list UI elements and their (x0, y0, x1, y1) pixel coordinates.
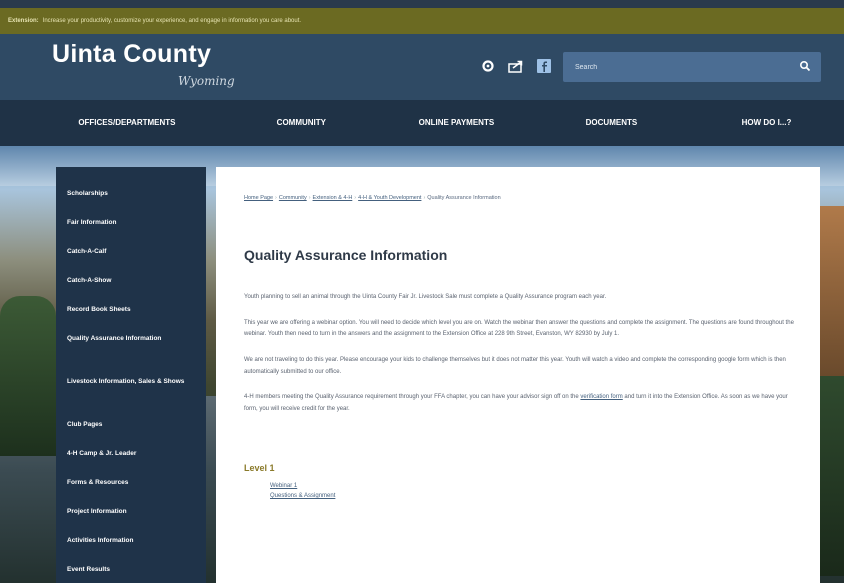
paragraph-3: We are not traveling to do this year. Pl… (244, 357, 786, 375)
breadcrumb-extension[interactable]: Extension & 4-H (313, 195, 353, 201)
sidebar-item-4h-camp[interactable]: 4-H Camp & Jr. Leader (56, 443, 206, 472)
page-title: Quality Assurance Information (244, 247, 448, 263)
sidebar-item-forms-resources[interactable]: Forms & Resources (56, 472, 206, 501)
sidebar-item-activities-information[interactable]: Activities Information (56, 530, 206, 559)
webinar-1-link[interactable]: Webinar 1 (270, 481, 794, 491)
breadcrumb-youth-development[interactable]: 4-H & Youth Development (358, 195, 421, 201)
main-content: Home Page › Community › Extension & 4-H › 4-H … (216, 167, 820, 583)
nav-community[interactable]: COMMUNITY (224, 100, 379, 146)
sidebar-item-fair-information[interactable]: Fair Information (56, 212, 206, 241)
questions-assignment-link[interactable]: Questions & Assignment (270, 491, 794, 501)
nav-documents[interactable]: DOCUMENTS (534, 100, 689, 146)
verification-form-link[interactable]: verification form (580, 394, 622, 400)
search-button[interactable] (797, 59, 813, 75)
hero-trees-left (0, 296, 56, 456)
paragraph-1: Youth planning to sell an animal through… (244, 294, 607, 300)
sidebar-item-record-book-sheets[interactable]: Record Book Sheets (56, 299, 206, 328)
nav-offices-departments[interactable]: OFFICES/DEPARTMENTS (0, 100, 224, 146)
sidebar-nav: Scholarships Fair Information Catch-A-Ca… (56, 167, 206, 583)
alert-text: Increase your productivity, customize yo… (42, 18, 302, 24)
search-input[interactable] (563, 52, 789, 82)
search-icon (799, 60, 811, 71)
facebook-icon[interactable] (536, 58, 552, 74)
share-icon[interactable] (508, 58, 524, 74)
sidebar-item-scholarships[interactable]: Scholarships (56, 183, 206, 212)
alert-banner: Extension: Increase your productivity, cu… (0, 8, 844, 34)
level-1-links: Webinar 1 Questions & Assignment (244, 481, 794, 501)
search-box (563, 52, 821, 82)
site-logo-subtitle: Wyoming (178, 74, 235, 88)
paragraph-2: This year we are offering a webinar opti… (244, 319, 794, 338)
breadcrumb-community[interactable]: Community (279, 195, 307, 201)
gear-icon[interactable] (480, 58, 496, 74)
site-header: Uinta County Wyoming (0, 34, 844, 100)
sidebar-item-catch-a-calf[interactable]: Catch-A-Calf (56, 241, 206, 270)
hero-trees-right (820, 376, 844, 576)
breadcrumb: Home Page › Community › Extension & 4-H › 4-H … (244, 195, 501, 201)
site-logo-title[interactable]: Uinta County (52, 40, 211, 69)
nav-online-payments[interactable]: ONLINE PAYMENTS (379, 100, 534, 146)
alert-label: Extension: (8, 18, 39, 24)
sidebar-item-event-results[interactable]: Event Results (56, 559, 206, 583)
paragraph-4-text-before: 4-H members meeting the Quality Assuranc… (244, 394, 581, 401)
breadcrumb-current: Quality Assurance Information (427, 195, 501, 201)
header-icon-group (480, 58, 552, 74)
breadcrumb-home[interactable]: Home Page (244, 195, 273, 201)
sidebar-item-quality-assurance[interactable]: Quality Assurance Information (56, 328, 206, 371)
main-nav: OFFICES/DEPARTMENTS COMMUNITY ONLINE PAY… (0, 100, 844, 146)
sidebar-item-catch-a-show[interactable]: Catch-A-Show (56, 270, 206, 299)
sidebar-item-project-information[interactable]: Project Information (56, 501, 206, 530)
hero-rock-right (820, 206, 844, 376)
sidebar-item-club-pages[interactable]: Club Pages (56, 414, 206, 443)
level-1-heading: Level 1 (244, 462, 275, 473)
nav-how-do-i[interactable]: HOW DO I...? (689, 100, 844, 146)
paragraph-4: 4-H members meeting the Quality Assuranc… (244, 392, 794, 415)
sidebar-item-livestock-information[interactable]: Livestock Information, Sales & Shows (56, 371, 206, 414)
